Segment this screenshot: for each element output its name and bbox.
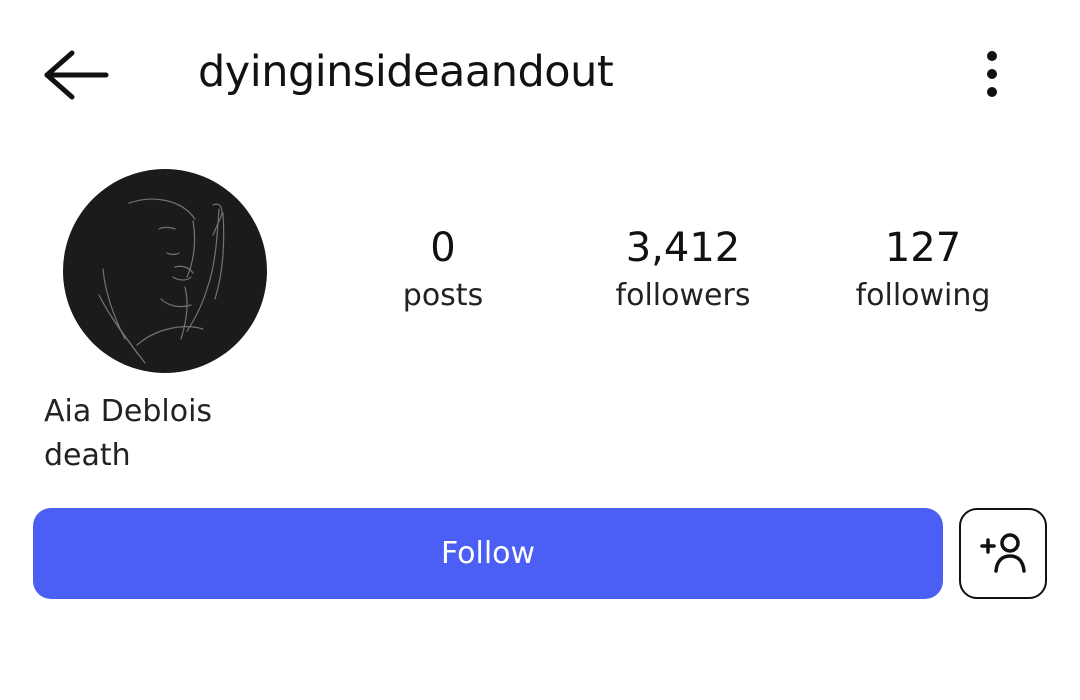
back-arrow-icon (44, 50, 109, 100)
stat-posts[interactable]: 0 posts (333, 222, 553, 316)
vertical-dots-icon (987, 51, 997, 97)
followers-label: followers (615, 278, 751, 313)
profile-username: dyinginsideaandout (198, 47, 614, 97)
profile-avatar-line-drawing (98, 198, 225, 364)
follow-button[interactable]: Follow (33, 508, 943, 599)
display-name: Aia Deblois (44, 394, 213, 429)
add-person-icon (980, 533, 1026, 573)
bio-text: death (44, 438, 131, 473)
following-label: following (855, 278, 991, 313)
posts-label: posts (402, 278, 484, 313)
back-button[interactable] (38, 42, 118, 106)
more-options-button[interactable] (968, 44, 1016, 104)
stat-following[interactable]: 127 following (813, 222, 1033, 316)
profile-avatar[interactable] (63, 169, 267, 373)
posts-count: 0 (430, 225, 456, 271)
stat-followers[interactable]: 3,412 followers (573, 222, 793, 316)
following-count: 127 (884, 225, 962, 271)
suggested-accounts-button[interactable] (959, 508, 1047, 599)
profile-info: Aia Deblois death (44, 390, 212, 478)
followers-count: 3,412 (625, 225, 741, 271)
profile-header: dyinginsideaandout (0, 0, 1080, 150)
